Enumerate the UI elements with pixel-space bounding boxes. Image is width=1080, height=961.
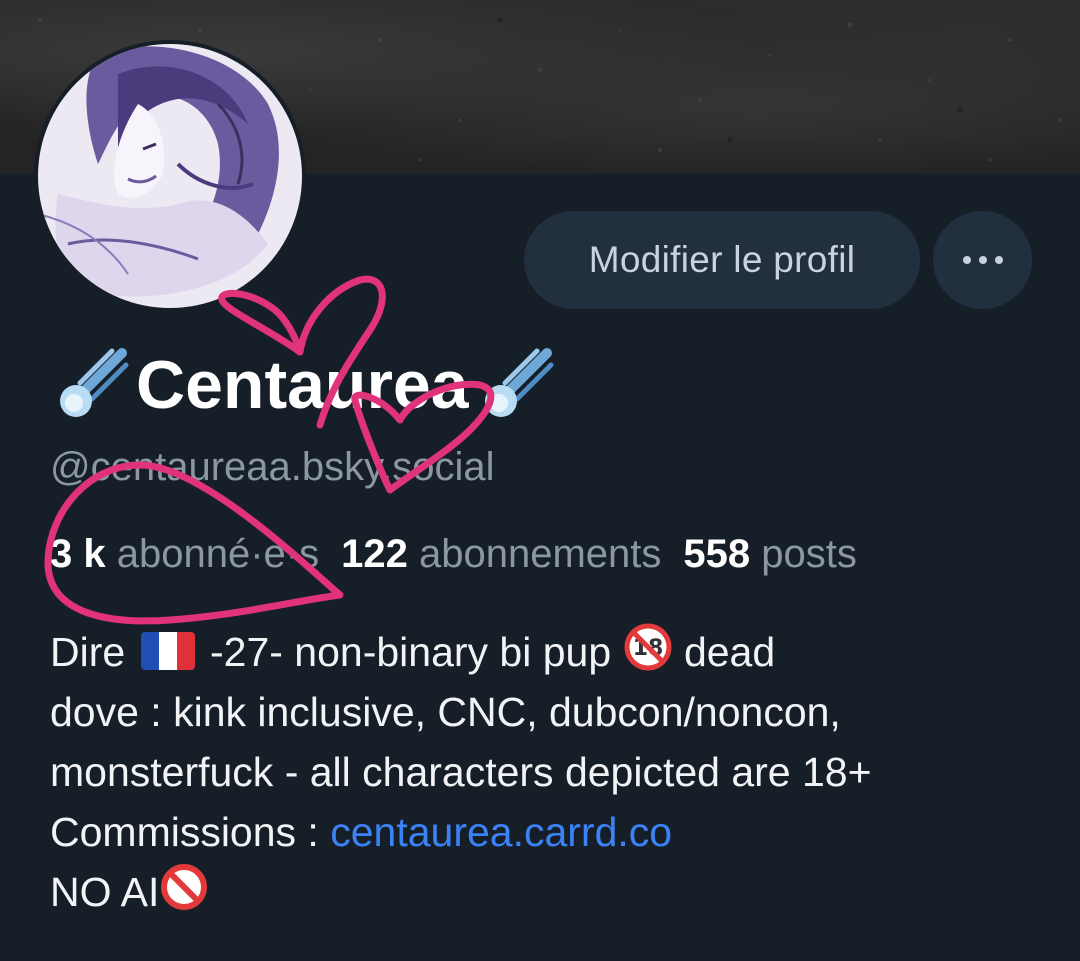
edit-profile-label: Modifier le profil bbox=[588, 239, 856, 280]
bio-line: Dire -27- non-binary bi pup 18 dead bbox=[50, 622, 1060, 682]
bio-text: Dire bbox=[50, 629, 126, 675]
bio-line: NO AI bbox=[50, 862, 1060, 922]
no-under-18-icon: 18 bbox=[624, 623, 672, 671]
comet-icon bbox=[484, 348, 554, 417]
following-count: 122 bbox=[341, 532, 408, 576]
profile-handle: @centaureaa.bsky.social bbox=[50, 445, 495, 489]
avatar-illustration bbox=[38, 44, 302, 308]
french-flag-icon bbox=[140, 632, 195, 670]
profile-stats: 3 k abonné·e·s 122 abonnements 558 posts bbox=[50, 527, 857, 581]
following-label: abonnements bbox=[418, 532, 662, 576]
posts-label: posts bbox=[761, 532, 857, 576]
bio-line: Commissions : centaurea.carrd.co bbox=[50, 802, 1060, 862]
more-options-icon bbox=[962, 256, 1003, 264]
followers-count: 3 k bbox=[50, 532, 106, 576]
bio-text: dead bbox=[683, 629, 776, 675]
edit-profile-button[interactable]: Modifier le profil bbox=[524, 211, 920, 309]
display-name: Centaurea bbox=[136, 347, 469, 423]
followers-label: abonné·e·s bbox=[116, 532, 320, 576]
bio-line: dove : kink inclusive, CNC, dubcon/nonco… bbox=[50, 689, 841, 735]
followers-stat[interactable]: 3 k abonné·e·s bbox=[50, 532, 319, 576]
bio-text: -27- non-binary bi pup bbox=[210, 629, 612, 675]
posts-count: 558 bbox=[683, 532, 751, 576]
posts-stat: 558 posts bbox=[683, 532, 856, 576]
avatar[interactable] bbox=[34, 40, 306, 312]
bio-text: Commissions : bbox=[50, 809, 331, 855]
prohibited-icon bbox=[161, 864, 208, 910]
profile-bio: Dire -27- non-binary bi pup 18 dead dove… bbox=[50, 622, 1060, 922]
more-options-button[interactable] bbox=[933, 211, 1032, 309]
comet-icon bbox=[60, 348, 129, 417]
commissions-link[interactable]: centaurea.carrd.co bbox=[330, 809, 672, 855]
following-stat[interactable]: 122 abonnements bbox=[341, 532, 661, 576]
bio-text: NO AI bbox=[50, 869, 160, 915]
display-name-row: Centaurea bbox=[52, 340, 557, 430]
bio-line: monsterfuck - all characters depicted ar… bbox=[50, 749, 872, 795]
profile-page: Modifier le profil Centaurea @centaureaa… bbox=[0, 0, 1080, 961]
